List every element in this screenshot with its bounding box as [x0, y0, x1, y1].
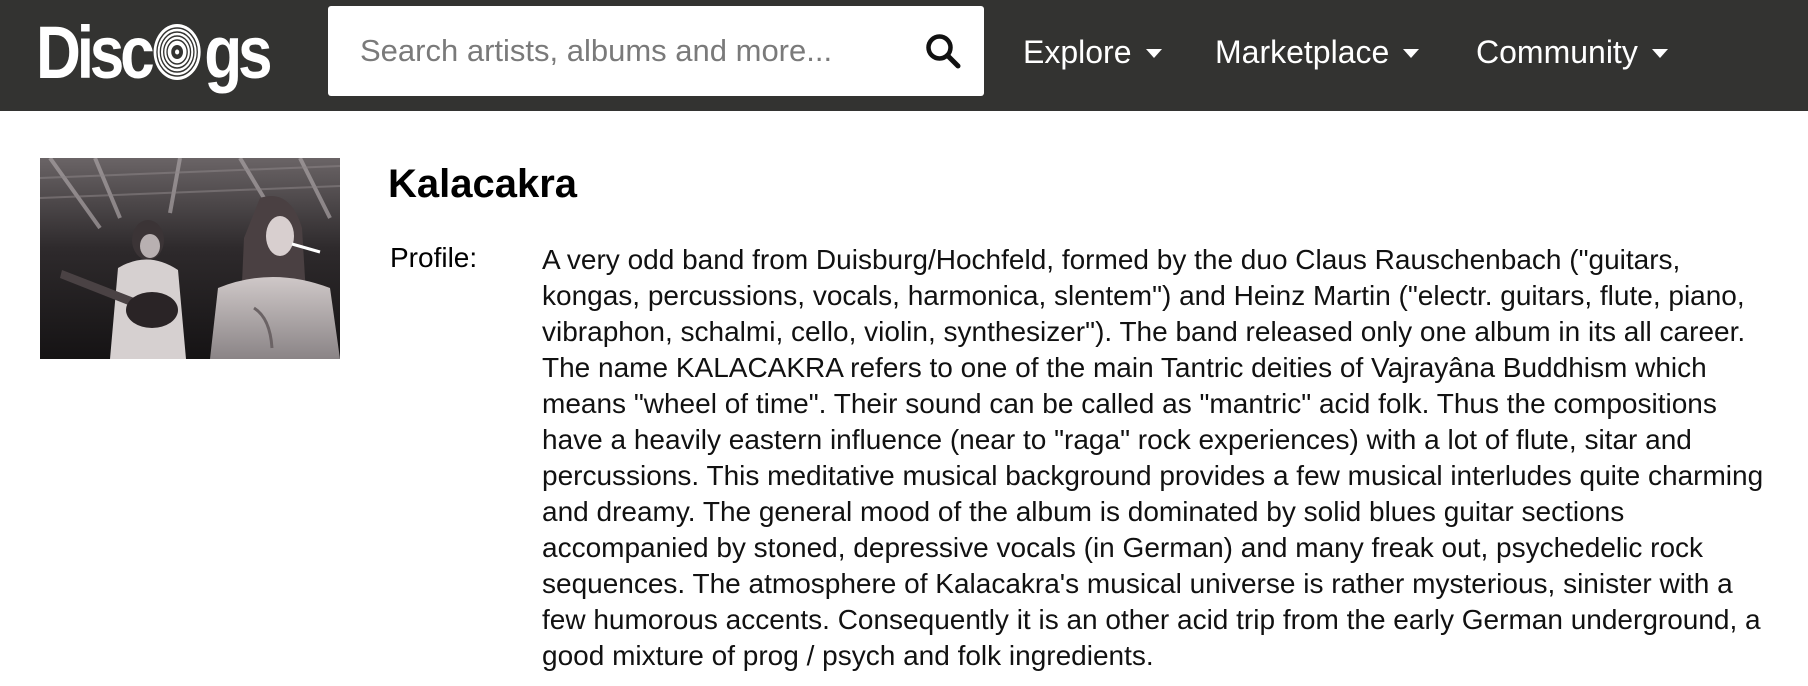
artist-name: Kalacakra	[388, 162, 578, 206]
caret-down-icon	[1651, 48, 1668, 58]
artist-image[interactable]	[40, 158, 340, 359]
search-box	[328, 6, 984, 96]
logo-text-right: gs	[204, 10, 272, 94]
record-icon	[153, 24, 201, 80]
artist-photo	[40, 158, 340, 359]
nav-marketplace-label: Marketplace	[1215, 33, 1390, 70]
nav-community[interactable]: Community	[1476, 0, 1668, 104]
nav-community-label: Community	[1476, 33, 1638, 70]
nav-marketplace[interactable]: Marketplace	[1215, 0, 1420, 104]
profile-label: Profile:	[390, 242, 478, 273]
discogs-logo[interactable]: Disc gs	[36, 6, 273, 98]
search-input[interactable]	[328, 6, 908, 96]
caret-down-icon	[1145, 48, 1162, 58]
search-icon[interactable]	[924, 32, 962, 70]
top-navigation-bar: Disc gs Explore Marketplace Community	[0, 0, 1808, 111]
profile-text: A very odd band from Duisburg/Hochfeld, …	[542, 244, 1764, 671]
nav-explore-label: Explore	[1023, 33, 1132, 70]
nav-explore[interactable]: Explore	[1023, 0, 1162, 104]
caret-down-icon	[1403, 48, 1420, 58]
logo-text-left: Disc	[36, 10, 155, 94]
